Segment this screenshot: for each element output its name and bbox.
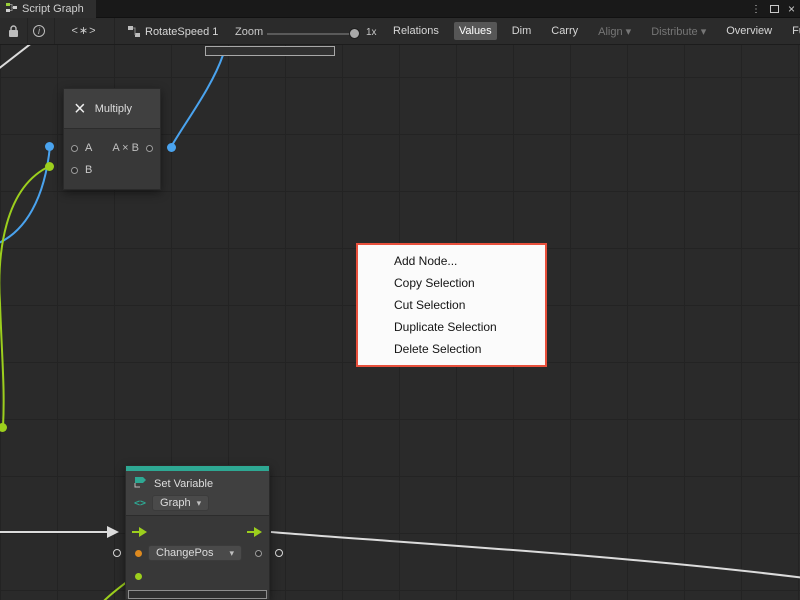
lock-icon[interactable] — [8, 25, 19, 41]
multiply-input-a-label: A — [85, 142, 92, 154]
wire-arrowhead — [107, 526, 119, 538]
set-variable-icon — [134, 476, 148, 491]
menu-item-cut-selection[interactable]: Cut Selection — [358, 294, 545, 316]
variable-kind-icon: <> — [134, 498, 146, 509]
window-titlebar: Script Graph ⋮ × — [0, 0, 800, 18]
wire-endpoint-blue-a — [45, 142, 54, 151]
unconnected-port-right[interactable] — [275, 549, 283, 557]
variable-scope-label: Graph — [160, 497, 191, 509]
graph-toolbar: i <∗> RotateSpeed 1 Zoom 1x Relations Va… — [0, 18, 800, 45]
multiply-input-a-port[interactable] — [71, 145, 78, 152]
clipped-node-sliver[interactable] — [205, 46, 335, 56]
info-icon[interactable]: i — [33, 25, 45, 37]
overview-button[interactable]: Overview — [721, 22, 777, 40]
set-variable-title: Set Variable — [154, 478, 213, 490]
set-variable-header: Set Variable <> Graph ▾ — [126, 471, 269, 516]
distribute-dropdown-button[interactable]: Distribute ▾ — [646, 22, 711, 41]
variable-value-port[interactable] — [135, 550, 142, 557]
tab-label: Script Graph — [22, 3, 84, 15]
fullscreen-button[interactable]: Full Screen — [787, 22, 800, 40]
carry-button[interactable]: Carry — [546, 22, 583, 40]
wire-blue-top — [171, 55, 223, 147]
close-icon[interactable]: × — [788, 3, 795, 15]
menu-item-copy-selection[interactable]: Copy Selection — [358, 272, 545, 294]
graph-icon — [6, 3, 17, 16]
wire-endpoint-green-b — [45, 162, 54, 171]
code-preview-icon[interactable]: <∗> — [58, 22, 110, 40]
toolbar-separator — [114, 18, 115, 44]
script-icon — [128, 26, 140, 37]
context-menu: Add Node... Copy Selection Cut Selection… — [356, 243, 547, 367]
multiply-output-port[interactable] — [146, 145, 153, 152]
multiply-node-header: × Multiply — [64, 89, 160, 129]
zoom-value: 1x — [366, 27, 377, 38]
multiply-input-b-label: B — [85, 164, 92, 176]
multiply-output-label: A × B — [112, 142, 139, 154]
flow-input-arrow[interactable] — [132, 526, 148, 541]
variable-name-value: ChangePos — [156, 547, 214, 559]
maximize-icon[interactable] — [770, 5, 779, 13]
menu-item-add-node[interactable]: Add Node... — [358, 250, 545, 272]
variable-scope-dropdown[interactable]: Graph ▾ — [152, 495, 209, 511]
zoom-slider-track[interactable] — [267, 33, 355, 35]
toolbar-buttons: Relations Values Dim Carry Align ▾ Distr… — [388, 18, 800, 44]
align-dropdown-button[interactable]: Align ▾ — [593, 22, 636, 41]
menu-item-delete-selection[interactable]: Delete Selection — [358, 338, 545, 360]
multiply-node[interactable]: × Multiply A A × B B — [63, 88, 161, 190]
tab-script-graph[interactable]: Script Graph — [0, 0, 96, 18]
graph-canvas[interactable]: × Multiply A A × B B Set Variable <> — [0, 45, 800, 600]
wire-white-topleft — [0, 45, 33, 70]
set-variable-connected-port[interactable] — [135, 573, 142, 580]
wire-endpoint-green-edge — [0, 423, 7, 432]
window-menu-icon[interactable]: ⋮ — [751, 4, 761, 15]
toolbar-separator — [27, 18, 28, 44]
wire-blue-left — [0, 146, 50, 245]
menu-item-duplicate-selection[interactable]: Duplicate Selection — [358, 316, 545, 338]
toolbar-separator — [54, 18, 55, 44]
multiply-input-b-port[interactable] — [71, 167, 78, 174]
wire-endpoint-blue-out — [167, 143, 176, 152]
zoom-slider-handle[interactable] — [349, 28, 360, 39]
graph-variable-label: RotateSpeed 1 — [145, 26, 218, 38]
set-variable-footer-box — [128, 590, 267, 599]
graph-variable-chip[interactable]: RotateSpeed 1 — [128, 23, 218, 40]
dim-button[interactable]: Dim — [507, 22, 537, 40]
unconnected-port-left[interactable] — [113, 549, 121, 557]
zoom-label: Zoom — [235, 26, 263, 38]
wire-white-right — [271, 532, 800, 578]
relations-button[interactable]: Relations — [388, 22, 444, 40]
variable-name-dropdown[interactable]: ChangePos ▾ — [148, 545, 242, 561]
set-variable-node[interactable]: Set Variable <> Graph ▾ ChangePos ▾ — [125, 465, 270, 600]
chevron-down-icon: ▾ — [229, 548, 234, 559]
wire-green-left — [0, 166, 50, 427]
multiply-icon: × — [74, 99, 86, 119]
set-variable-output-port[interactable] — [255, 550, 262, 557]
values-button[interactable]: Values — [454, 22, 497, 40]
flow-output-arrow[interactable] — [247, 526, 263, 541]
chevron-down-icon: ▾ — [197, 498, 202, 509]
multiply-node-title: Multiply — [95, 103, 132, 115]
